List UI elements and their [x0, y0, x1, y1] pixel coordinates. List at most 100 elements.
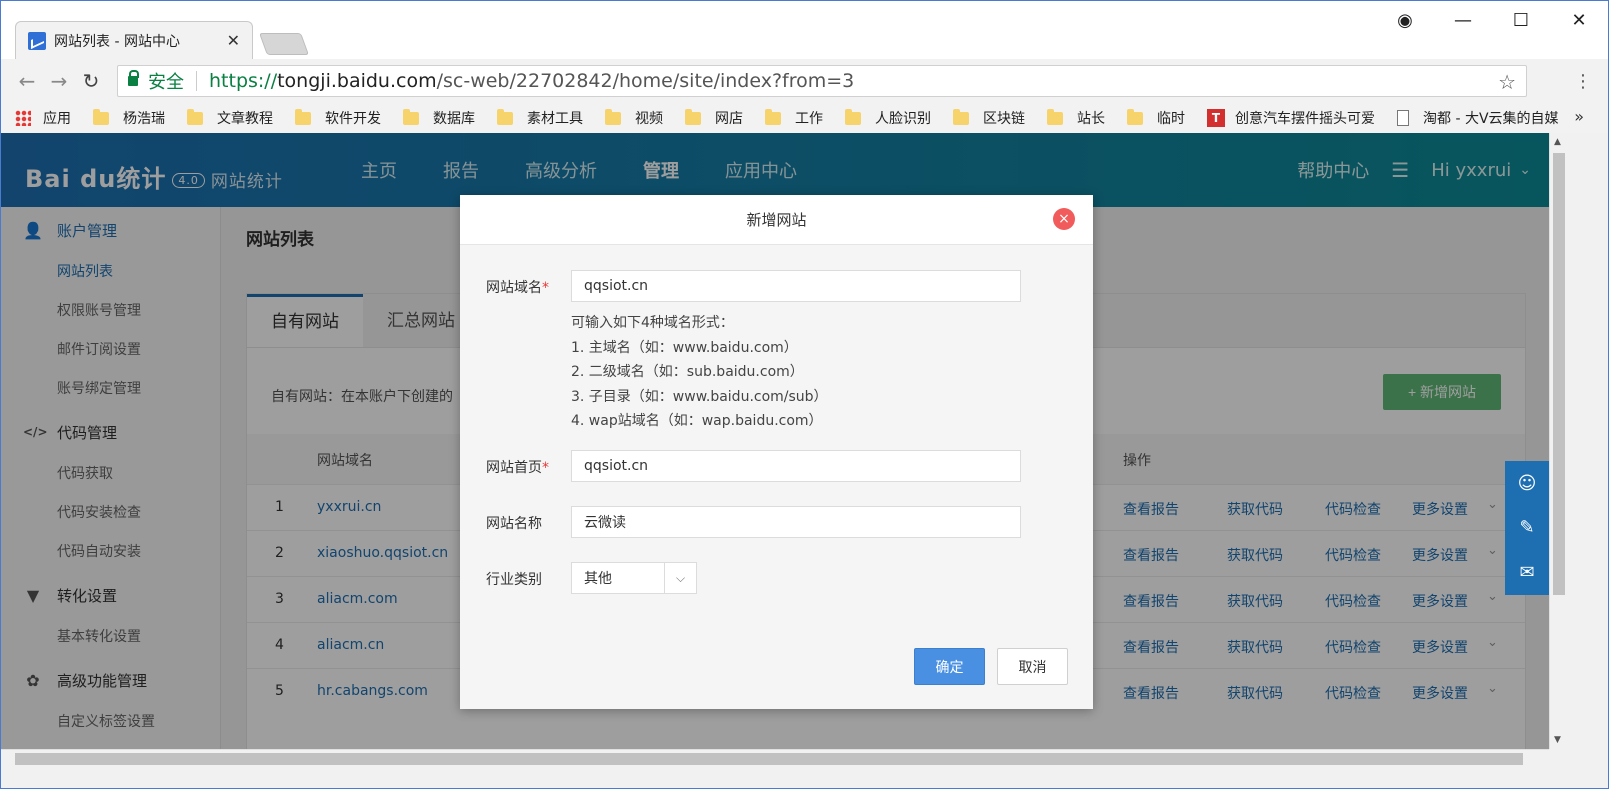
hint-line: 可输入如下4种域名形式：	[571, 315, 734, 331]
bookmarks-more-icon[interactable]: »	[1574, 107, 1584, 126]
required-mark: *	[542, 460, 549, 476]
hint-line: 4. wap站域名（如：wap.baidu.com）	[571, 413, 823, 429]
reload-icon[interactable]: ↻	[75, 69, 107, 93]
url-text[interactable]: https://tongji.baidu.com/sc-web/22702842…	[209, 70, 854, 92]
bookmark-label: 文章教程	[217, 111, 273, 127]
browser-menu-icon[interactable]: ⋮	[1574, 71, 1592, 92]
domain-input[interactable]	[571, 270, 1021, 302]
required-mark: *	[542, 280, 549, 296]
bookmark-label: 软件开发	[325, 111, 381, 127]
tab-strip: 网站列表 - 网站中心 ✕ ◉ — ☐ ✕	[1, 1, 1608, 59]
bookmark-folder[interactable]: 视频	[605, 108, 663, 128]
bookmark-label: 创意汽车摆件摇头可爱	[1235, 111, 1375, 127]
t-logo-icon: T	[1207, 109, 1225, 127]
folder-icon	[497, 108, 513, 125]
folder-icon	[845, 108, 861, 125]
close-tab-icon[interactable]: ✕	[227, 31, 240, 50]
confirm-button[interactable]: 确定	[914, 648, 985, 685]
minimize-icon[interactable]: —	[1434, 10, 1492, 31]
bookmark-label: 网店	[715, 111, 743, 127]
bookmark-folder[interactable]: 临时	[1127, 108, 1185, 128]
browser-tab[interactable]: 网站列表 - 网站中心 ✕	[15, 21, 253, 59]
maximize-icon[interactable]: ☐	[1492, 10, 1550, 31]
bookmark-folder[interactable]: 杨浩瑞	[93, 108, 165, 128]
label-text: 网站域名	[486, 280, 542, 296]
folder-icon	[403, 108, 419, 125]
folder-icon	[765, 108, 781, 125]
folder-icon	[605, 108, 621, 125]
floating-toolbar: ☺ ✎ ✉	[1505, 461, 1549, 595]
close-icon[interactable]: ×	[1053, 208, 1075, 230]
bookmark-site[interactable]: 淘都 - 大V云集的自媒	[1397, 108, 1563, 128]
bookmark-folder[interactable]: 素材工具	[497, 108, 583, 128]
back-icon[interactable]: ←	[11, 69, 43, 93]
bookmark-label: 数据库	[433, 111, 475, 127]
lock-icon	[128, 70, 139, 86]
bookmark-folder[interactable]: 文章教程	[187, 108, 273, 128]
bookmark-label: 区块链	[983, 111, 1025, 127]
bookmark-folder[interactable]: 工作	[765, 108, 823, 128]
folder-icon	[187, 108, 203, 125]
site-name-input[interactable]	[571, 506, 1021, 538]
industry-value: 其他	[584, 571, 612, 587]
bookmark-apps[interactable]: 应用	[15, 108, 71, 128]
industry-label: 行业类别	[486, 572, 542, 588]
bookmark-star-icon[interactable]: ☆	[1498, 70, 1516, 94]
add-site-dialog: 新增网站 × 网站域名* 可输入如下4种域名形式： 1. 主域名（如：www.b…	[460, 195, 1093, 709]
bookmark-folder[interactable]: 数据库	[403, 108, 475, 128]
site-name-label: 网站名称	[486, 516, 542, 532]
hint-line: 2. 二级域名（如：sub.baidu.com）	[571, 364, 804, 380]
bookmark-label: 素材工具	[527, 111, 583, 127]
address-bar[interactable]: 安全 https://tongji.baidu.com/sc-web/22702…	[117, 65, 1527, 97]
label-text: 网站首页	[486, 460, 542, 476]
folder-icon	[1127, 108, 1143, 125]
url-host: tongji.baidu.com	[277, 70, 437, 92]
url-scheme: https://	[209, 70, 278, 92]
secure-label: 安全	[148, 72, 184, 93]
hint-line: 3. 子目录（如：www.baidu.com/sub）	[571, 388, 828, 405]
scroll-thumb[interactable]	[15, 753, 1523, 765]
bookmark-folder[interactable]: 站长	[1047, 108, 1105, 128]
apps-grid-icon	[15, 110, 31, 126]
chevron-down-icon[interactable]: ⌵	[664, 563, 696, 593]
url-path: /sc-web/22702842/home/site/index?from=3	[436, 70, 855, 92]
new-tab-button[interactable]	[258, 33, 310, 55]
scroll-down-icon[interactable]: ▼	[1554, 735, 1561, 745]
scroll-thumb[interactable]	[1553, 153, 1565, 595]
industry-select[interactable]: 其他 ⌵	[571, 562, 697, 594]
folder-icon	[93, 108, 109, 125]
bookmark-label: 视频	[635, 111, 663, 127]
page-icon	[1397, 110, 1409, 126]
browser-window: 网站列表 - 网站中心 ✕ ◉ — ☐ ✕ ← → ↻ 安全 https://t…	[0, 0, 1609, 789]
forward-icon[interactable]: →	[43, 69, 75, 93]
tab-title: 网站列表 - 网站中心	[54, 33, 180, 50]
bookmarks-bar: 应用 杨浩瑞 文章教程 软件开发 数据库 素材工具 视频 网店 工作 人脸识别 …	[1, 103, 1608, 133]
folder-icon	[953, 108, 969, 125]
bookmark-site[interactable]: T 创意汽车摆件摇头可爱	[1207, 108, 1375, 128]
bookmark-label: 临时	[1157, 111, 1185, 127]
scroll-up-icon[interactable]: ▲	[1554, 137, 1561, 147]
wechat-icon[interactable]: ✉	[1519, 562, 1534, 583]
feedback-icon[interactable]: ☺	[1518, 473, 1537, 494]
bookmark-folder[interactable]: 区块链	[953, 108, 1025, 128]
bookmark-folder[interactable]: 网店	[685, 108, 743, 128]
hint-line: 1. 主域名（如：www.baidu.com）	[571, 339, 798, 356]
bookmark-label: 杨浩瑞	[123, 111, 165, 127]
folder-icon	[1047, 108, 1063, 125]
domain-label: 网站域名*	[486, 277, 549, 297]
homepage-input[interactable]	[571, 450, 1021, 482]
bookmark-label: 站长	[1077, 111, 1105, 127]
divider	[196, 71, 197, 91]
vertical-scrollbar[interactable]: ▲ ▼	[1549, 133, 1567, 749]
folder-icon	[295, 108, 311, 125]
cancel-button[interactable]: 取消	[997, 648, 1068, 685]
bookmark-label: 工作	[795, 111, 823, 127]
edit-icon[interactable]: ✎	[1519, 517, 1534, 538]
profile-icon[interactable]: ◉	[1376, 10, 1434, 31]
close-window-icon[interactable]: ✕	[1550, 10, 1608, 31]
bookmark-folder[interactable]: 人脸识别	[845, 108, 931, 128]
homepage-label: 网站首页*	[486, 457, 549, 477]
bookmark-folder[interactable]: 软件开发	[295, 108, 381, 128]
window-controls: ◉ — ☐ ✕	[1376, 7, 1608, 33]
horizontal-scrollbar[interactable]	[1, 749, 1549, 767]
